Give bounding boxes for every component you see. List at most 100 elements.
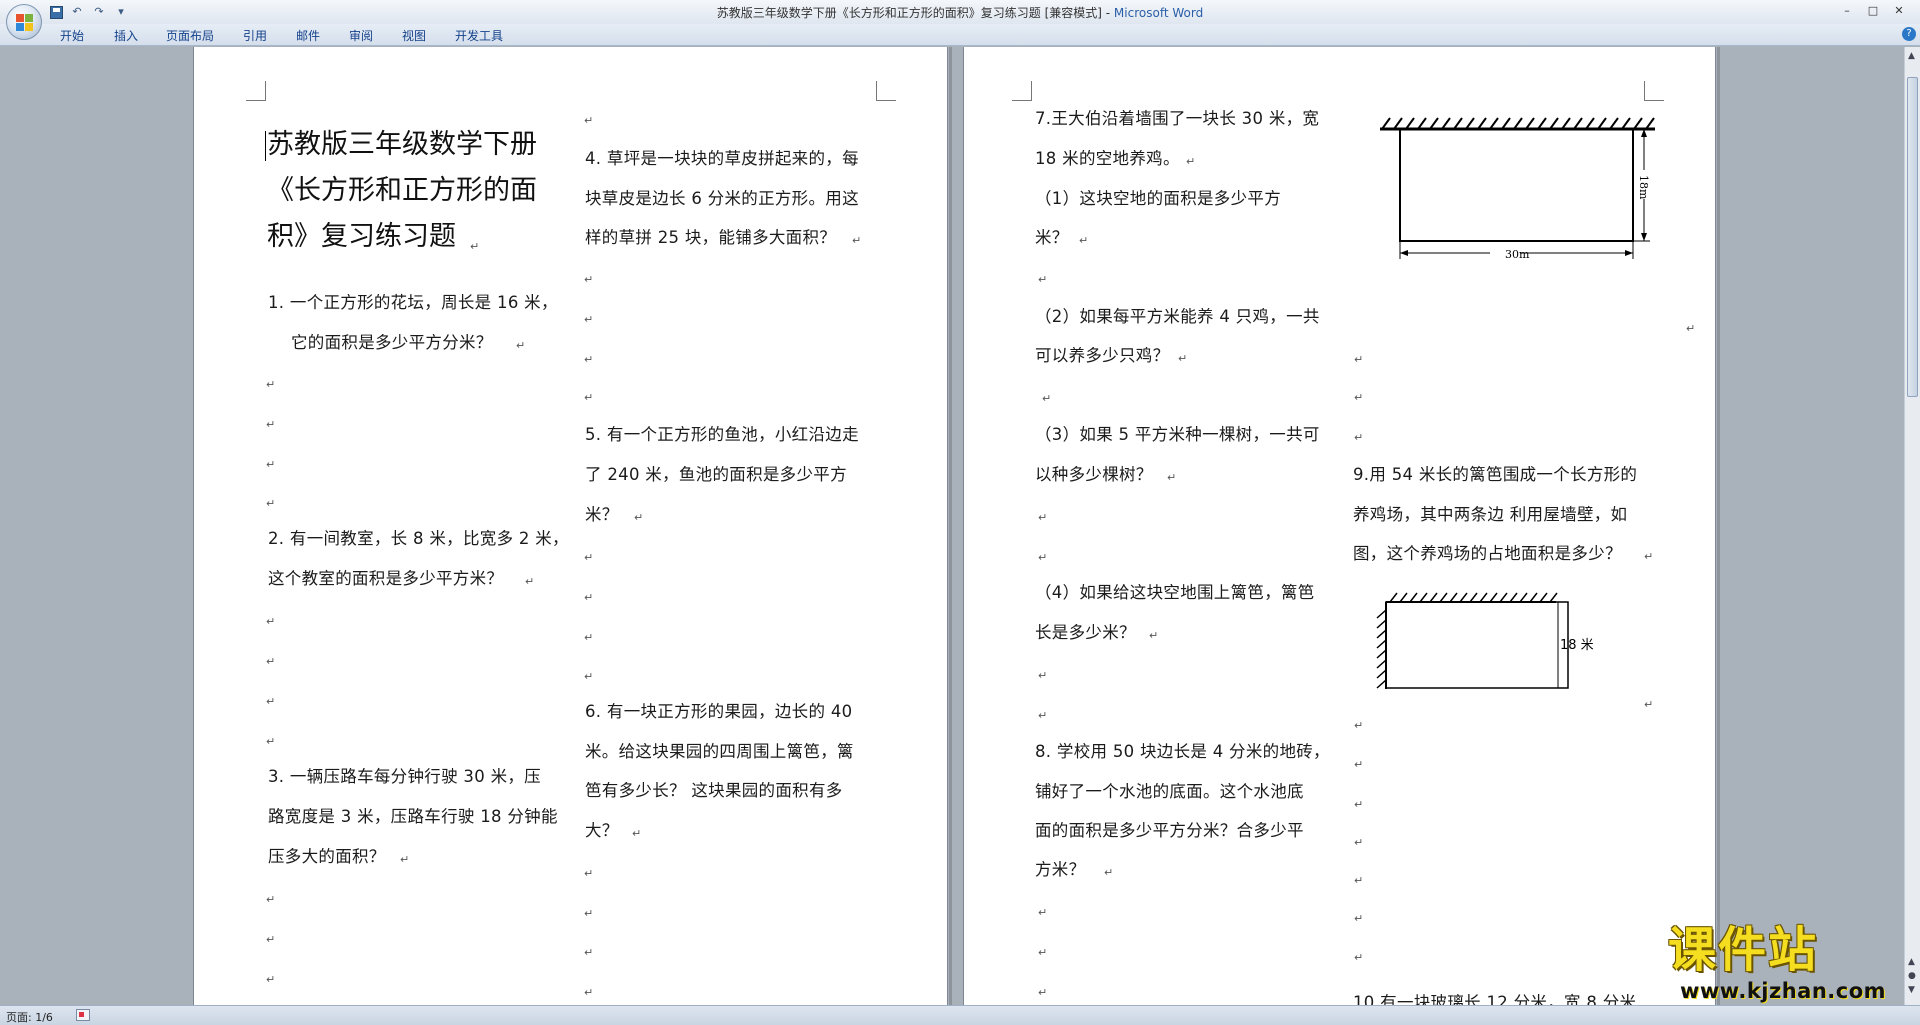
- paragraph-mark: ↵: [1354, 758, 1364, 771]
- question-text[interactable]: 1. 一个正方形的花坛，周长是 16 米，: [268, 293, 558, 313]
- fence-height-label: 18 米: [1560, 638, 1594, 653]
- question-text[interactable]: 7.王大伯沿着墙围了一块长 30 米，宽: [1035, 109, 1319, 129]
- question-text[interactable]: 18 米的空地养鸡。: [1035, 149, 1180, 169]
- question-text[interactable]: 米？: [585, 505, 619, 525]
- paragraph-mark: ↵: [584, 867, 594, 880]
- close-button[interactable]: ✕: [1886, 2, 1912, 20]
- office-button[interactable]: [6, 4, 42, 40]
- chicken-farm-diagram: 18 米: [1376, 592, 1594, 689]
- question-text[interactable]: 它的面积是多少平方分米？: [291, 333, 493, 353]
- question-text[interactable]: 5. 有一个正方形的鱼池，小红沿边走: [585, 425, 859, 445]
- tab-insert[interactable]: 插入: [114, 27, 138, 44]
- prev-page-icon[interactable]: ▲: [1908, 957, 1915, 967]
- question-text[interactable]: 这个教室的面积是多少平方米？: [268, 569, 503, 589]
- next-page-icon[interactable]: ▼: [1908, 985, 1915, 995]
- paragraph-mark: ↵: [1178, 352, 1188, 365]
- paragraph-mark: ↵: [1354, 836, 1364, 849]
- help-icon[interactable]: ?: [1902, 27, 1916, 41]
- doc-title-line[interactable]: 苏教版三年级数学下册: [267, 129, 537, 161]
- vertical-scrollbar[interactable]: ▲ ▲ ● ▼: [1904, 47, 1920, 1005]
- paragraph-mark: ↵: [1149, 629, 1159, 642]
- paragraph-mark: ↵: [584, 631, 594, 644]
- select-browse-object-icon[interactable]: ●: [1908, 971, 1916, 981]
- paragraph-mark: ↵: [266, 418, 276, 431]
- office-logo-icon: [16, 14, 34, 32]
- question-text[interactable]: 2. 有一间教室，长 8 米，比宽多 2 米，: [268, 529, 569, 549]
- question-text[interactable]: 样的草拼 25 块，能铺多大面积？: [585, 228, 836, 248]
- margin-corner: [1644, 81, 1664, 101]
- paragraph-mark: ↵: [1354, 874, 1364, 887]
- question-text[interactable]: 米？: [1035, 228, 1069, 248]
- paragraph-mark: ↵: [584, 591, 594, 604]
- question-text[interactable]: 大？: [585, 821, 619, 841]
- paragraph-mark: ↵: [634, 511, 644, 524]
- question-text[interactable]: 面的面积是多少平方分米？合多少平: [1035, 821, 1304, 841]
- watermark-url: www.kjzhan.com: [1680, 979, 1887, 1003]
- question-text[interactable]: 图，这个养鸡场的占地面积是多少？: [1353, 544, 1622, 564]
- status-bar: 页面: 1/6: [0, 1005, 1920, 1025]
- tab-view[interactable]: 视图: [402, 27, 426, 44]
- question-text[interactable]: 养鸡场，其中两条边 利用屋墙壁，如: [1353, 505, 1627, 525]
- height-label: 18m: [1637, 175, 1650, 200]
- paragraph-mark: ↵: [1038, 946, 1048, 959]
- tab-page-layout[interactable]: 页面布局: [166, 27, 214, 44]
- paragraph-mark: ↵: [266, 973, 276, 986]
- doc-title-line[interactable]: 《长方形和正方形的面: [267, 175, 537, 207]
- question-text[interactable]: （3）如果 5 平方米种一棵树，一共可: [1035, 425, 1320, 445]
- tab-home[interactable]: 开始: [60, 27, 84, 44]
- doc-title-line[interactable]: 积》复习练习题: [267, 221, 456, 253]
- question-text[interactable]: 4. 草坪是一块块的草皮拼起来的，每: [585, 149, 859, 169]
- tab-developer[interactable]: 开发工具: [455, 27, 503, 44]
- paragraph-mark: ↵: [1354, 353, 1364, 366]
- paragraph-mark: ↵: [584, 986, 594, 999]
- paragraph-mark: ↵: [1038, 511, 1048, 524]
- question-text[interactable]: 笆有多少长？ 这块果园的面积有多: [585, 781, 843, 801]
- paragraph-mark: ↵: [1042, 392, 1052, 405]
- tab-mailings[interactable]: 邮件: [296, 27, 320, 44]
- question-text[interactable]: 6. 有一块正方形的果园，边长的 40: [585, 702, 852, 722]
- paragraph-mark: ↵: [266, 615, 276, 628]
- question-text[interactable]: 长是多少米？: [1035, 623, 1136, 643]
- question-text[interactable]: （2）如果每平方米能养 4 只鸡，一共: [1035, 307, 1320, 327]
- page-1: 苏教版三年级数学下册 《长方形和正方形的面 积》复习练习题 ↵ 1. 一个正方形…: [193, 47, 948, 1005]
- question-text[interactable]: 以种多少棵树？: [1035, 465, 1153, 485]
- proofing-icon[interactable]: [76, 1009, 90, 1021]
- tab-references[interactable]: 引用: [243, 27, 267, 44]
- document-workspace: 苏教版三年级数学下册 《长方形和正方形的面 积》复习练习题 ↵ 1. 一个正方形…: [0, 47, 1904, 1005]
- paragraph-mark: ↵: [1104, 866, 1114, 879]
- title-bar: ↶ ↷ ▾ 苏教版三年级数学下册《长方形和正方形的面积》复习练习题 [兼容模式]…: [0, 0, 1920, 24]
- question-text[interactable]: 压多大的面积？: [268, 847, 386, 867]
- question-text[interactable]: （4）如果给这块空地围上篱笆，篱笆: [1035, 583, 1315, 603]
- question-text[interactable]: 米。给这块果园的四周围上篱笆，篱: [585, 742, 854, 762]
- question-text[interactable]: 铺好了一个水池的底面。这个水池底: [1035, 782, 1304, 802]
- question-text[interactable]: 可以养多少只鸡？: [1035, 346, 1169, 366]
- paragraph-mark: ↵: [1354, 391, 1364, 404]
- paragraph-mark: ↵: [852, 234, 862, 247]
- width-label: 30m: [1505, 248, 1530, 261]
- minimize-button[interactable]: –: [1834, 2, 1860, 20]
- question-text[interactable]: 8. 学校用 50 块边长是 4 分米的地砖，: [1035, 742, 1330, 762]
- question-text[interactable]: 10.有一块玻璃长 12 分米，宽 8 分米: [1353, 993, 1636, 1005]
- paragraph-mark: ↵: [1038, 273, 1048, 286]
- question-text[interactable]: 块草皮是边长 6 分米的正方形。用这: [585, 189, 859, 209]
- text-cursor: [265, 131, 266, 161]
- window-title: 苏教版三年级数学下册《长方形和正方形的面积》复习练习题 [兼容模式] - Mic…: [0, 4, 1920, 21]
- tab-review[interactable]: 审阅: [349, 27, 373, 44]
- question-text[interactable]: 3. 一辆压路车每分钟行驶 30 米，压: [268, 767, 541, 787]
- paragraph-mark: ↵: [266, 655, 276, 668]
- paragraph-mark: ↵: [584, 114, 594, 127]
- question-text[interactable]: 路宽度是 3 米，压路车行驶 18 分钟能: [268, 807, 558, 827]
- paragraph-mark: ↵: [1686, 322, 1696, 335]
- paragraph-mark: ↵: [470, 240, 480, 253]
- maximize-button[interactable]: □: [1860, 2, 1886, 20]
- rectangle-diagram-wall: 30m 18m: [1380, 117, 1655, 261]
- question-text[interactable]: 方米？: [1035, 860, 1085, 880]
- scrollbar-thumb[interactable]: [1907, 77, 1918, 397]
- question-text[interactable]: 了 240 米，鱼池的面积是多少平方: [585, 465, 847, 485]
- page-indicator[interactable]: 页面: 1/6: [6, 1009, 53, 1025]
- scroll-up-icon[interactable]: ▲: [1908, 51, 1915, 61]
- question-text[interactable]: （1）这块空地的面积是多少平方: [1035, 189, 1281, 209]
- app-name: Microsoft Word: [1113, 6, 1204, 20]
- question-text[interactable]: 9.用 54 米长的篱笆围成一个长方形的: [1353, 465, 1637, 485]
- margin-corner: [246, 81, 266, 101]
